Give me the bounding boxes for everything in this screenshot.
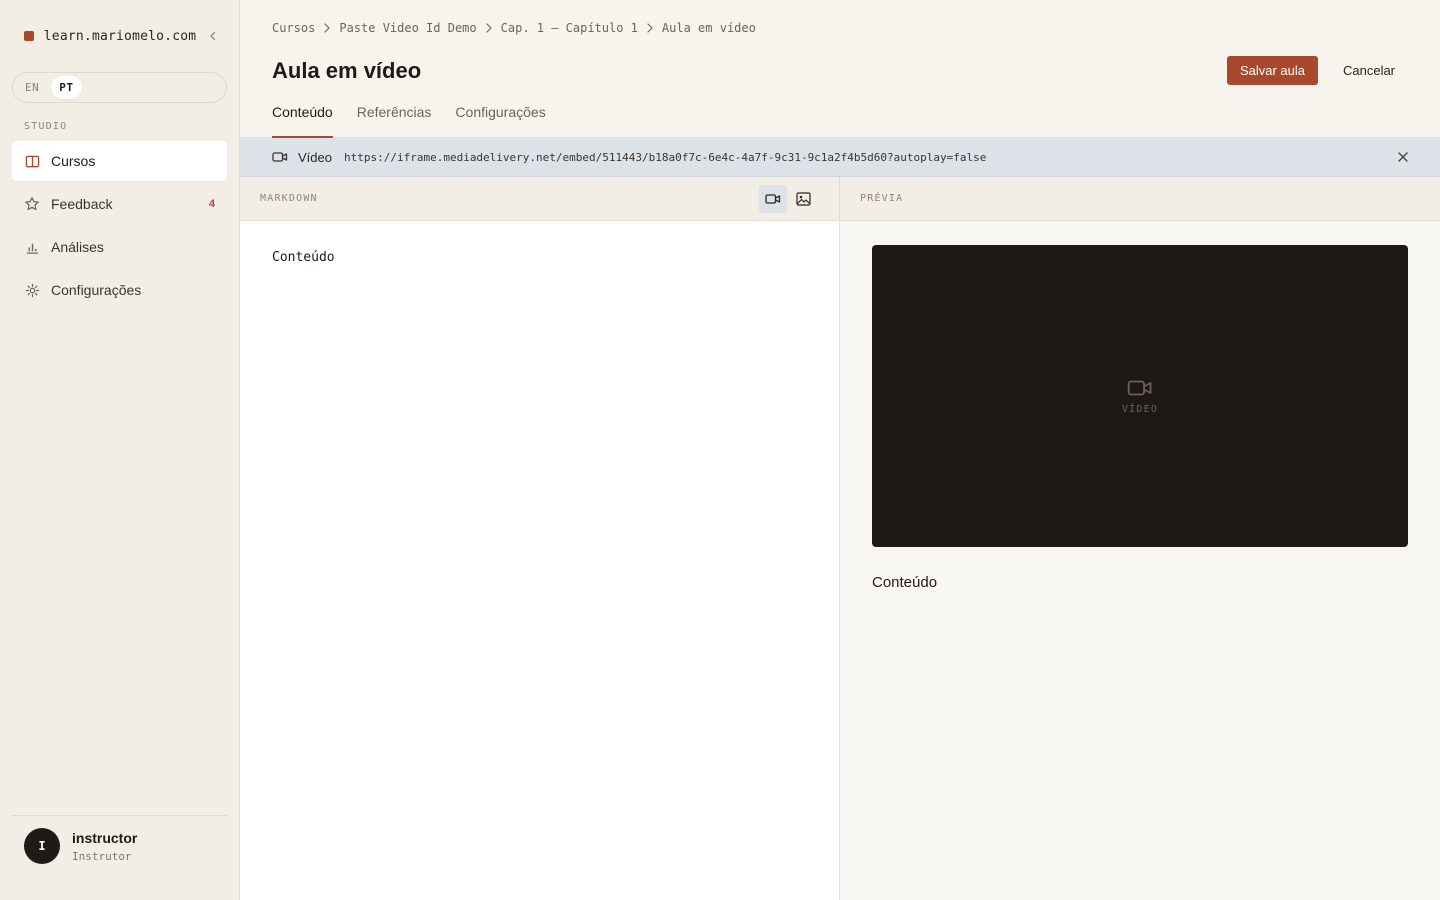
image-icon — [795, 191, 811, 206]
cancel-button[interactable]: Cancelar — [1330, 56, 1408, 85]
star-icon — [24, 196, 40, 212]
tab-conteudo[interactable]: Conteúdo — [272, 104, 333, 138]
insert-video-button[interactable] — [759, 184, 787, 213]
video-player-placeholder[interactable]: VÍDEO — [872, 245, 1408, 547]
preview-pane: PRÉVIA VÍDEO Conteúdo — [840, 177, 1440, 900]
video-camera-icon — [1127, 380, 1152, 395]
markdown-editor-pane: MARKDOWN Conteúdo — [240, 177, 840, 900]
user-info: instructor Instrutor — [72, 830, 137, 863]
markdown-textarea[interactable]: Conteúdo — [272, 250, 335, 265]
sidebar-item-label: Configurações — [51, 282, 142, 298]
preview-content: Conteúdo — [872, 574, 938, 591]
sidebar-item-label: Feedback — [51, 196, 113, 212]
page-title: Aula em vídeo — [272, 58, 422, 83]
language-option-pt[interactable]: PT — [51, 76, 82, 99]
breadcrumb-item-chapter[interactable]: Cap. 1 — Capítulo 1 — [501, 21, 638, 35]
chevron-left-icon — [210, 31, 216, 41]
insert-image-button[interactable] — [789, 185, 817, 213]
breadcrumb-item-current: Aula em vídeo — [661, 21, 756, 35]
sidebar-item-configuracoes[interactable]: Configurações — [12, 270, 227, 310]
brand: learn.mariomelo.com — [24, 27, 220, 45]
user-profile[interactable]: I instructor Instrutor — [12, 815, 227, 864]
language-option-en[interactable]: EN — [17, 76, 47, 99]
user-role: Instrutor — [72, 849, 132, 863]
preview-header: PRÉVIA — [840, 177, 1440, 221]
video-url-bar: Vídeo https://iframe.mediadelivery.net/e… — [240, 138, 1440, 177]
tab-referencias[interactable]: Referências — [357, 104, 432, 138]
tabs: Conteúdo Referências Configurações — [272, 104, 546, 138]
sidebar-item-cursos[interactable]: Cursos — [12, 141, 227, 181]
editor-label: MARKDOWN — [260, 193, 318, 204]
sidebar-item-analises[interactable]: Análises — [12, 227, 227, 267]
video-camera-icon — [272, 152, 288, 162]
preview-label: PRÉVIA — [860, 193, 904, 204]
editor-header: MARKDOWN — [240, 177, 839, 221]
sidebar-item-label: Análises — [51, 239, 104, 255]
gear-icon — [24, 282, 40, 298]
page-header: Cursos Paste Video Id Demo Cap. 1 — Capí… — [240, 0, 1440, 138]
video-bar-label: Vídeo — [298, 149, 332, 165]
remove-video-button[interactable] — [1383, 138, 1422, 177]
video-placeholder-label: VÍDEO — [1121, 403, 1159, 415]
editor-toolbar — [759, 184, 817, 213]
chevron-right-icon — [486, 23, 492, 33]
breadcrumb-item-cursos[interactable]: Cursos — [272, 21, 315, 35]
book-icon — [24, 153, 40, 169]
feedback-count-badge: 4 — [208, 198, 215, 210]
sidebar-item-feedback[interactable]: Feedback 4 — [12, 184, 227, 224]
collapse-sidebar-button[interactable] — [206, 29, 220, 43]
breadcrumb: Cursos Paste Video Id Demo Cap. 1 — Capí… — [272, 21, 756, 35]
chevron-right-icon — [324, 23, 330, 33]
video-url[interactable]: https://iframe.mediadelivery.net/embed/5… — [344, 151, 1373, 164]
brand-name: learn.mariomelo.com — [43, 28, 197, 44]
user-name: instructor — [72, 829, 138, 846]
sidebar: learn.mariomelo.com EN PT STUDIO Cursos … — [0, 0, 240, 900]
sidebar-item-label: Cursos — [51, 153, 96, 169]
save-lesson-button[interactable]: Salvar aula — [1227, 56, 1318, 85]
sidebar-nav: Cursos Feedback 4 Análises Configurações — [12, 141, 227, 313]
tab-configuracoes[interactable]: Configurações — [455, 104, 545, 138]
section-label: STUDIO — [24, 121, 68, 132]
chevron-right-icon — [647, 23, 653, 33]
close-icon — [1397, 152, 1408, 162]
avatar: I — [24, 828, 60, 864]
video-camera-icon — [765, 193, 781, 204]
brand-logo-icon — [24, 31, 34, 41]
bar-chart-icon — [24, 239, 40, 255]
breadcrumb-item-course[interactable]: Paste Video Id Demo — [339, 21, 476, 35]
language-toggle: EN PT — [12, 72, 227, 103]
